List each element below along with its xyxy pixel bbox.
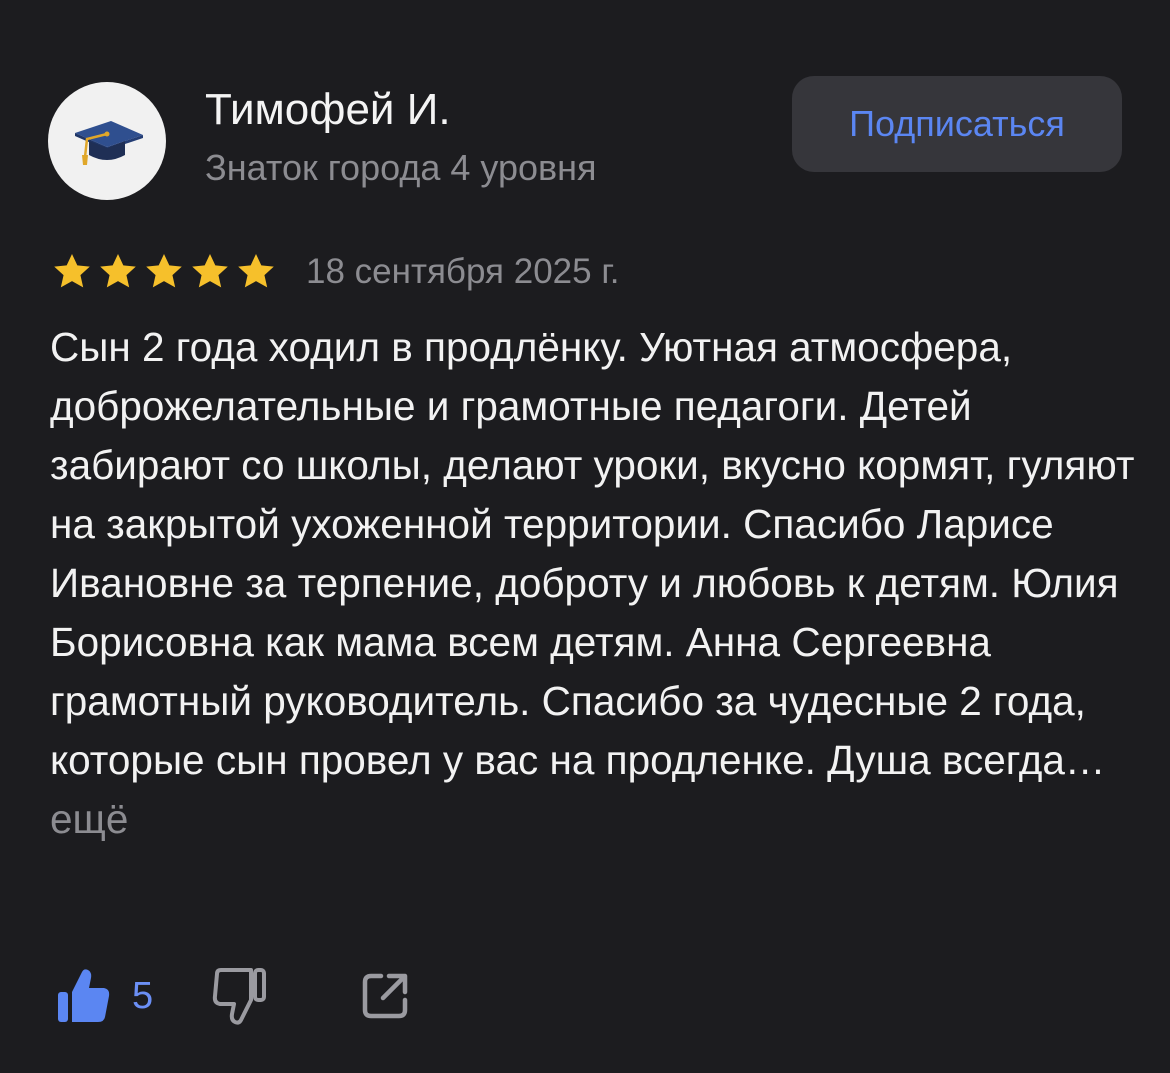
review-body: Сын 2 года ходил в продлёнку. Уютная атм… bbox=[50, 324, 1135, 783]
star-icon bbox=[100, 254, 136, 288]
review-actions: 5 bbox=[56, 964, 411, 1028]
star-icon bbox=[238, 254, 274, 288]
review-date: 18 сентября 2025 г. bbox=[306, 252, 620, 291]
subscribe-button[interactable]: Подписаться bbox=[792, 76, 1122, 172]
author-level: Знаток города 4 уровня bbox=[205, 147, 597, 188]
review-text: Сын 2 года ходил в продлёнку. Уютная атм… bbox=[50, 318, 1140, 849]
thumbs-down-icon bbox=[213, 968, 267, 1025]
dislike-button[interactable] bbox=[211, 966, 267, 1026]
star-icon bbox=[54, 254, 90, 288]
share-icon bbox=[362, 973, 408, 1019]
star-icon bbox=[192, 254, 228, 288]
like-button[interactable]: 5 bbox=[56, 964, 153, 1028]
author-avatar[interactable] bbox=[48, 82, 166, 200]
star-icon bbox=[146, 254, 182, 288]
author-name[interactable]: Тимофей И. bbox=[205, 84, 451, 136]
rating-stars bbox=[50, 250, 278, 294]
graduation-cap-icon bbox=[75, 121, 143, 165]
share-button[interactable] bbox=[359, 970, 411, 1022]
read-more-link[interactable]: ещё bbox=[50, 796, 128, 842]
thumbs-up-icon bbox=[58, 969, 110, 1022]
like-count: 5 bbox=[132, 975, 154, 1017]
rating-row: 18 сентября 2025 г. bbox=[50, 248, 620, 296]
